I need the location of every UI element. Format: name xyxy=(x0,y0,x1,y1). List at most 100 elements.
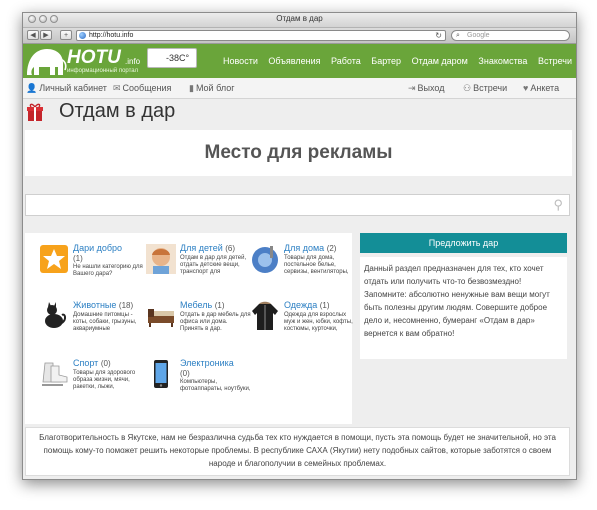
category-count: (2) xyxy=(326,244,337,253)
weather-widget: -38C° xyxy=(147,48,197,68)
subnav-cabinet-label: Личный кабинет xyxy=(39,83,107,93)
category-count: (1) xyxy=(319,301,330,310)
jacket-icon xyxy=(252,301,278,330)
main-nav: Новости Объявления Работа Бартер Отдам д… xyxy=(223,44,572,78)
subnav-messages[interactable]: ✉ Сообщения xyxy=(113,83,171,94)
ad-text: Место для рекламы xyxy=(204,142,393,163)
page-heading: Отдам в дар xyxy=(23,99,576,129)
category-desc: (1) Не нашли категорию для Вашего дара? xyxy=(73,255,145,278)
giveaway-sidebar: Предложить дар Данный раздел предназначе… xyxy=(360,233,567,433)
offer-gift-button[interactable]: Предложить дар xyxy=(360,233,567,253)
ad-banner[interactable]: Место для рекламы xyxy=(25,130,572,176)
search-input[interactable] xyxy=(28,197,542,215)
logo-tagline: информационный портал xyxy=(67,68,139,74)
logo-suffix: .info xyxy=(125,57,141,66)
subnav-cabinet[interactable]: 👤 Личный кабинет xyxy=(26,83,107,94)
category-title-text: Для детей xyxy=(180,243,223,253)
window-title: Отдам в дар xyxy=(276,14,323,23)
logo-text: HOTU xyxy=(67,47,121,68)
category-desc: Отдам в дар для детей, отдать детские ве… xyxy=(180,255,247,275)
category-desc-text: Не нашли категорию для Вашего дара? xyxy=(73,264,143,277)
category-desc: Домашние питомцы - коты, собаки, грызуны… xyxy=(73,312,137,332)
nav-news[interactable]: Новости xyxy=(223,56,258,66)
web-page: HOTU .info информационный портал -38C° Н… xyxy=(23,44,576,479)
forward-button[interactable]: ▶ xyxy=(40,30,52,40)
nav-meetings[interactable]: Встречи xyxy=(538,56,572,66)
browser-search-field[interactable]: ⌕ Google xyxy=(451,30,570,41)
gift-icon xyxy=(27,103,43,121)
category-title[interactable]: Дари добро xyxy=(73,243,122,253)
category-title-text: Электроника xyxy=(180,358,234,368)
category-title-text: Спорт xyxy=(73,358,99,368)
subnav-profile-label: Анкета xyxy=(530,83,560,93)
category-desc: Товары для здорового образа жизни, мячи,… xyxy=(73,370,136,390)
category-title[interactable]: Для дома (2) xyxy=(284,243,336,253)
category-title[interactable]: Мебель (1) xyxy=(180,300,225,310)
address-bar[interactable]: http://hotu.info ↻ xyxy=(76,30,446,41)
star-badge-icon xyxy=(40,245,68,273)
category-title-text: Животные xyxy=(73,300,117,310)
nav-barter[interactable]: Бартер xyxy=(371,56,401,66)
category-desc: Товары для дома, постельное белье, серви… xyxy=(284,255,349,275)
user-subnav: 👤 Личный кабинет ✉ Сообщения ▮ Мой блог ⇥ Вы… xyxy=(23,78,576,99)
cat-icon xyxy=(45,302,66,328)
window-titlebar: Отдам в дар xyxy=(23,13,576,28)
nav-giveaway[interactable]: Отдам даром xyxy=(412,56,468,66)
subnav-meetings-label: Встречи xyxy=(473,83,508,93)
back-button[interactable]: ◀ xyxy=(27,30,39,40)
subnav-messages-label: Сообщения xyxy=(122,83,172,93)
category-title-text: Одежда xyxy=(284,300,318,310)
category-title[interactable]: Электроника xyxy=(180,358,234,368)
site-search: ⚲ xyxy=(25,194,570,216)
nav-dating[interactable]: Знакомства xyxy=(478,56,527,66)
category-title-text: Для дома xyxy=(284,243,325,253)
site-logo[interactable]: HOTU .info информационный портал xyxy=(25,45,145,77)
category-title-text: Дари добро xyxy=(73,243,123,253)
subnav-profile[interactable]: ♥ Анкета xyxy=(523,83,559,93)
category-desc: Одежда для взрослых муж и жен, юбки, коф… xyxy=(284,312,353,332)
page-title: Отдам в дар xyxy=(59,100,176,122)
user-icon: 👤 xyxy=(26,83,38,93)
search-icon: ⌕ xyxy=(456,32,460,39)
category-count: (1) xyxy=(214,301,225,310)
subnav-meetings[interactable]: ⚇ Встречи xyxy=(463,83,507,94)
category-count: (1) xyxy=(73,254,83,263)
category-count: (18) xyxy=(118,301,134,310)
category-desc: Отдать в дар мебель для офиса или дома. … xyxy=(180,312,251,332)
moon-icon xyxy=(152,52,158,64)
globe-icon xyxy=(79,32,86,39)
subnav-blog-label: Мой блог xyxy=(195,83,235,93)
vacuum-cleaner-icon xyxy=(252,246,278,273)
skates-icon xyxy=(42,362,68,386)
nav-jobs[interactable]: Работа xyxy=(331,56,361,66)
categories-panel: Дари добро (1) Не нашли категорию для Ваш… xyxy=(25,233,353,424)
subnav-logout-label: Выход xyxy=(417,83,445,93)
people-icon: ⚇ xyxy=(463,83,472,93)
category-title[interactable]: Спорт (0) xyxy=(73,358,111,368)
subnav-blog[interactable]: ▮ Мой блог xyxy=(189,83,234,94)
nav-ads[interactable]: Объявления xyxy=(268,56,320,66)
category-count: (0) xyxy=(100,359,111,368)
category-title[interactable]: Животные (18) xyxy=(73,300,133,310)
category-title[interactable]: Для детей (6) xyxy=(180,243,235,253)
category-title[interactable]: Одежда (1) xyxy=(284,300,330,310)
category-desc: (0) Компьютеры, фотоаппараты, ноутбуки, xyxy=(180,370,252,393)
book-icon: ▮ xyxy=(189,83,194,93)
category-count: (0) xyxy=(180,369,190,378)
search-icon[interactable]: ⚲ xyxy=(553,197,563,213)
info-box: Данный раздел предназначен для тех, кто … xyxy=(360,257,567,359)
add-bookmark-button[interactable]: + xyxy=(60,30,72,40)
category-title-text: Мебель xyxy=(180,300,213,310)
browser-toolbar: ◀ ▶ + http://hotu.info ↻ ⌕ Google xyxy=(23,28,576,44)
search-placeholder: Google xyxy=(467,32,490,39)
category-desc-text: Компьютеры, фотоаппараты, ноутбуки, xyxy=(180,379,251,392)
subnav-logout[interactable]: ⇥ Выход xyxy=(408,83,444,94)
reload-icon[interactable]: ↻ xyxy=(435,31,442,40)
browser-window: Отдам в дар ◀ ▶ + http://hotu.info ↻ ⌕ G… xyxy=(22,12,577,480)
site-header: HOTU .info информационный портал -38C° Н… xyxy=(23,44,576,78)
envelope-icon: ✉ xyxy=(113,83,121,93)
heart-icon: ♥ xyxy=(523,83,529,93)
category-count: (6) xyxy=(225,244,236,253)
child-photo-icon xyxy=(146,244,176,274)
url-text: http://hotu.info xyxy=(89,32,134,39)
